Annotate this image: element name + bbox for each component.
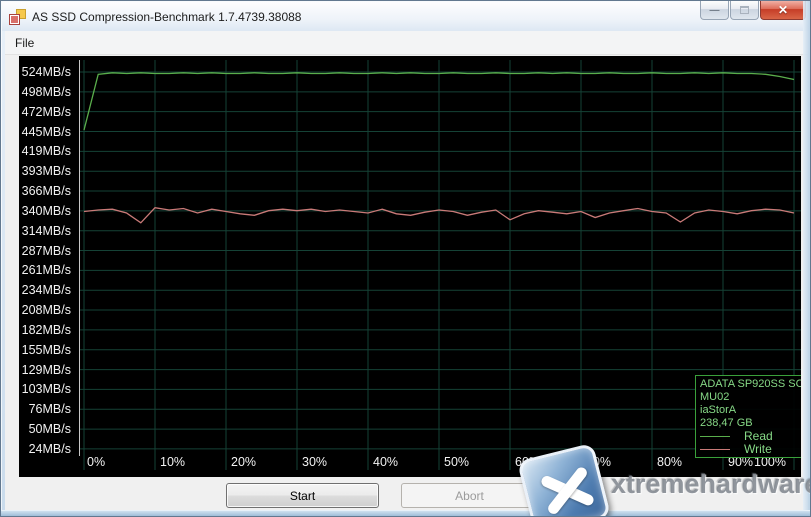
read-line-swatch bbox=[700, 436, 730, 437]
x-axis-label: 70% bbox=[586, 455, 611, 469]
legend-device-name: ADATA SP920SS SC bbox=[700, 378, 801, 391]
plot-area bbox=[79, 56, 801, 477]
legend-firmware: MU02 bbox=[700, 391, 801, 404]
y-axis-label: 524MB/s bbox=[19, 63, 77, 81]
legend-write-label: Write bbox=[744, 443, 772, 456]
y-axis-label: 208MB/s bbox=[19, 301, 77, 319]
x-axis-label: 50% bbox=[444, 455, 469, 469]
app-icon-front-square bbox=[10, 15, 19, 24]
y-axis-label: 366MB/s bbox=[19, 182, 77, 200]
maximize-button bbox=[730, 1, 759, 20]
menu-bar: File bbox=[5, 31, 808, 55]
write-line-swatch bbox=[700, 449, 730, 450]
start-button[interactable]: Start bbox=[226, 483, 379, 508]
y-axis-label: 129MB/s bbox=[19, 361, 77, 379]
y-axis: 524MB/s 498MB/s 472MB/s 445MB/s419MB/s 393MB… bbox=[19, 56, 77, 477]
legend-entry-write: Write bbox=[700, 443, 801, 456]
y-axis-label: 76MB/s bbox=[19, 400, 77, 418]
menu-item-file[interactable]: File bbox=[7, 33, 42, 53]
y-axis-label: 234MB/s bbox=[19, 281, 77, 299]
y-axis-label: 155MB/s bbox=[19, 341, 77, 359]
y-axis-label: 419MB/s bbox=[19, 142, 77, 160]
y-axis-label: 445MB/s bbox=[19, 123, 77, 141]
app-icon bbox=[10, 9, 26, 25]
x-axis-label: 80% bbox=[657, 455, 682, 469]
window-frame-bottom bbox=[1, 510, 811, 516]
maximize-icon bbox=[740, 6, 749, 14]
y-axis-label: 472MB/s bbox=[19, 103, 77, 121]
abort-button: Abort bbox=[401, 483, 538, 508]
y-axis-label: 261MB/s bbox=[19, 261, 77, 279]
x-axis-label: 60% bbox=[515, 455, 540, 469]
y-axis-label: 393MB/s bbox=[19, 162, 77, 180]
y-axis-label: 314MB/s bbox=[19, 222, 77, 240]
app-window: AS SSD Compression-Benchmark 1.7.4739.38… bbox=[0, 0, 811, 517]
legend-driver: iaStorA bbox=[700, 404, 801, 417]
x-axis-label: 30% bbox=[302, 455, 327, 469]
y-axis-label: 287MB/s bbox=[19, 242, 77, 260]
title-bar: AS SSD Compression-Benchmark 1.7.4739.38… bbox=[2, 2, 809, 31]
window-title: AS SSD Compression-Benchmark 1.7.4739.38… bbox=[32, 10, 301, 24]
y-axis-label: 24MB/s bbox=[19, 440, 77, 458]
x-axis-label: 10% bbox=[160, 455, 185, 469]
window-controls: — ✕ bbox=[700, 1, 806, 20]
y-axis-label: 50MB/s bbox=[19, 420, 77, 438]
chart-legend: ADATA SP920SS SC MU02 iaStorA 238,47 GB … bbox=[695, 375, 801, 458]
y-axis-label: 340MB/s bbox=[19, 202, 77, 220]
x-axis-label: 0% bbox=[87, 455, 105, 469]
x-axis-label: 40% bbox=[373, 455, 398, 469]
benchmark-chart: 524MB/s 498MB/s 472MB/s 445MB/s419MB/s 393MB… bbox=[19, 56, 801, 477]
x-axis-label: 20% bbox=[231, 455, 256, 469]
window-frame-right bbox=[803, 1, 810, 517]
close-button[interactable]: ✕ bbox=[760, 1, 806, 20]
y-axis-label: 103MB/s bbox=[19, 380, 77, 398]
y-axis-label: 498MB/s bbox=[19, 83, 77, 101]
bottom-panel: Start Abort bbox=[5, 477, 808, 512]
y-axis-label: 182MB/s bbox=[19, 321, 77, 339]
minimize-button[interactable]: — bbox=[700, 1, 729, 20]
